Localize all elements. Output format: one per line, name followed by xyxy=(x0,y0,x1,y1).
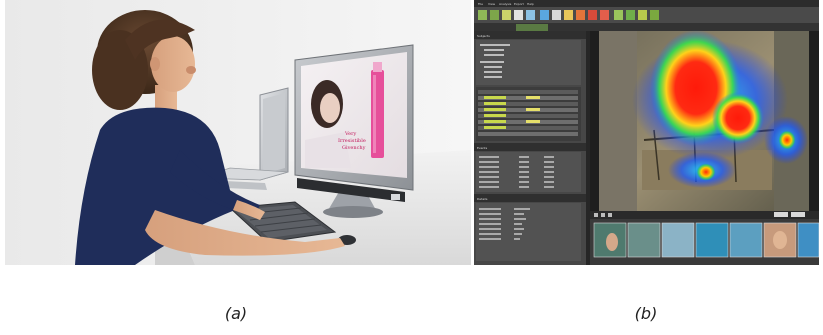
photo-eye-tracking-setup: Very Irresistible Givenchy xyxy=(5,0,471,265)
tool-icon[interactable] xyxy=(638,10,647,20)
caption-a: (a) xyxy=(224,304,248,323)
toolbar-icons[interactable] xyxy=(478,10,659,20)
thumbnails[interactable] xyxy=(593,222,819,258)
screenshot-heatmap-software: File View Analysis Export Help Subjects … xyxy=(474,0,819,265)
tool-icon[interactable] xyxy=(490,10,499,20)
menu-bar xyxy=(474,0,819,7)
ad-line-3: Givenchy xyxy=(342,145,366,151)
menu-file[interactable]: File xyxy=(478,2,483,6)
stop-button[interactable] xyxy=(601,213,605,217)
menu-analysis[interactable]: Analysis xyxy=(499,2,512,6)
tool-icon[interactable] xyxy=(514,10,523,20)
tool-icon[interactable] xyxy=(502,10,511,20)
tool-icon[interactable] xyxy=(614,10,623,20)
tool-icon[interactable] xyxy=(588,10,597,20)
tool-icon[interactable] xyxy=(626,10,635,20)
tool-icon[interactable] xyxy=(478,10,487,20)
ad-line-1: Very xyxy=(344,131,357,137)
tool-icon[interactable] xyxy=(540,10,549,20)
tool-icon[interactable] xyxy=(526,10,535,20)
side-header-details: Details xyxy=(477,197,488,201)
caption-b: (b) xyxy=(634,304,658,323)
tab-active[interactable] xyxy=(516,24,548,31)
menu-view[interactable]: View xyxy=(488,2,496,6)
software-window: File View Analysis Export Help Subjects … xyxy=(474,0,819,265)
side-header-subjects: Subjects xyxy=(477,34,490,38)
ad-line-2: Irresistible xyxy=(338,138,366,144)
perfume-bottle xyxy=(371,70,384,158)
tool-icon[interactable] xyxy=(650,10,659,20)
tool-icon[interactable] xyxy=(552,10,561,20)
tool-icon[interactable] xyxy=(564,10,573,20)
photo-illustration: Very Irresistible Givenchy xyxy=(5,0,471,265)
step-button[interactable] xyxy=(608,213,612,217)
menu-export[interactable]: Export xyxy=(514,2,525,6)
menu-help[interactable]: Help xyxy=(527,2,534,6)
details-table xyxy=(476,203,581,261)
play-button[interactable] xyxy=(594,213,598,217)
side-header-events: Events xyxy=(477,146,488,150)
tool-icon[interactable] xyxy=(600,10,609,20)
tool-icon[interactable] xyxy=(576,10,585,20)
